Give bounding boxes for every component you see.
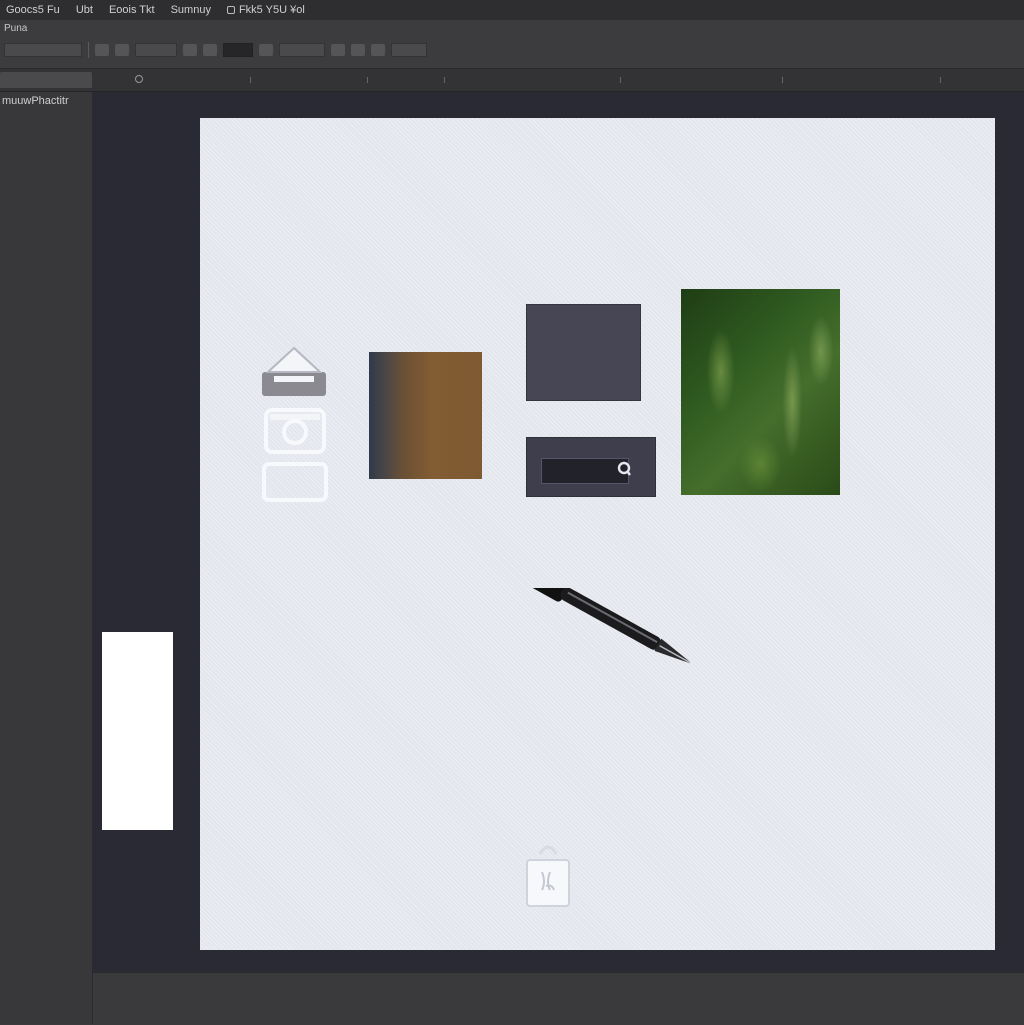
- option-button[interactable]: [351, 44, 365, 56]
- panel-title: muuwPhactitr: [2, 95, 69, 107]
- ruler-tick: [940, 77, 941, 83]
- options-bar: Puna: [0, 20, 1024, 69]
- window-icon: [226, 6, 235, 14]
- divider: [88, 42, 89, 58]
- photo-thumbnail[interactable]: [681, 289, 840, 495]
- option-button[interactable]: [259, 44, 273, 56]
- options-row: [0, 40, 564, 60]
- option-button[interactable]: [95, 44, 109, 56]
- document-tab[interactable]: [0, 72, 92, 88]
- option-field[interactable]: [279, 43, 325, 57]
- status-bar: [93, 972, 1024, 1025]
- eject-icon[interactable]: [262, 346, 328, 402]
- icon-stack: [262, 346, 328, 502]
- ruler-tick: [782, 77, 783, 83]
- left-panel: muuwPhactitr: [0, 92, 93, 1024]
- search-panel: [526, 437, 656, 497]
- ruler-tick: [367, 77, 368, 83]
- tool-label: Puna: [4, 23, 28, 34]
- side-swatch[interactable]: [102, 632, 173, 830]
- camera-icon[interactable]: [262, 404, 328, 458]
- frame-icon[interactable]: [262, 462, 328, 502]
- menu-item-window[interactable]: Fkk5 Y5U ¥ol: [219, 4, 313, 16]
- close-icon[interactable]: [135, 75, 143, 83]
- option-button[interactable]: [115, 44, 129, 56]
- menu-item-edit[interactable]: Ubt: [68, 4, 101, 16]
- option-button[interactable]: [371, 44, 385, 56]
- option-swatch[interactable]: [223, 43, 253, 57]
- artboard[interactable]: [200, 118, 995, 950]
- menu-item-summary[interactable]: Sumnuy: [163, 4, 219, 16]
- menu-item-file[interactable]: Goocs5 Fu: [0, 4, 68, 16]
- pen-icon[interactable]: [462, 588, 690, 700]
- search-input[interactable]: [541, 458, 629, 484]
- option-field[interactable]: [135, 43, 177, 57]
- ruler-tick: [250, 77, 251, 83]
- option-field[interactable]: [4, 43, 82, 57]
- option-button[interactable]: [183, 44, 197, 56]
- ruler-tick: [444, 77, 445, 83]
- color-swatch-panel[interactable]: [526, 304, 641, 401]
- bag-icon[interactable]: [524, 840, 572, 908]
- menu-item-tools[interactable]: Eoois Tkt: [101, 4, 163, 16]
- menu-bar: Goocs5 Fu Ubt Eoois Tkt Sumnuy Fkk5 Y5U …: [0, 0, 1024, 20]
- search-icon[interactable]: [617, 460, 633, 480]
- option-button[interactable]: [331, 44, 345, 56]
- menu-item-window-label: Fkk5 Y5U ¥ol: [238, 4, 305, 16]
- document-tab-bar: [0, 69, 1024, 92]
- option-field[interactable]: [391, 43, 427, 57]
- image-thumbnail[interactable]: [369, 352, 482, 479]
- option-button[interactable]: [203, 44, 217, 56]
- ruler-tick: [620, 77, 621, 83]
